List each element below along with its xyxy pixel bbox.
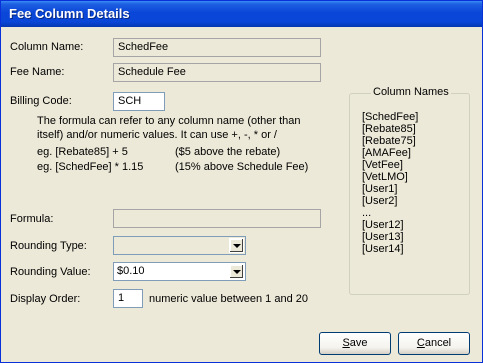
- formula-field: [113, 209, 321, 228]
- chevron-down-icon[interactable]: [229, 238, 244, 253]
- chevron-down-icon[interactable]: [229, 264, 244, 279]
- cancel-button[interactable]: Cancel: [398, 332, 470, 355]
- column-name-item: [User1]: [362, 183, 398, 195]
- example2-note: (15% above Schedule Fee): [175, 161, 309, 173]
- column-name-item: [Rebate85]: [362, 123, 416, 135]
- column-names-title: Column Names: [371, 86, 451, 98]
- fee-name-label: Fee Name:: [10, 66, 65, 78]
- cancel-button-hotkey: C: [416, 337, 425, 349]
- display-order-input[interactable]: 1: [113, 289, 143, 308]
- example1-formula: eg. [Rebate85] + 5: [37, 146, 128, 158]
- column-name-label: Column Name:: [10, 41, 84, 53]
- save-button-label: ave: [349, 337, 368, 349]
- dialog-title: Fee Column Details: [9, 6, 130, 21]
- example2-formula: eg. [SchedFee] * 1.15: [37, 161, 144, 173]
- billing-code-input[interactable]: SCH: [113, 92, 165, 111]
- cancel-button-label: ancel: [424, 337, 452, 349]
- column-name-item: [User2]: [362, 195, 398, 207]
- fee-name-field: Schedule Fee: [113, 63, 321, 82]
- column-name-item: [User13]: [362, 231, 404, 243]
- column-name-item: [User14]: [362, 243, 404, 255]
- formula-help-line1: The formula can refer to any column name…: [37, 115, 301, 127]
- save-button[interactable]: Save: [319, 332, 391, 355]
- column-name-item: ...: [362, 207, 372, 219]
- rounding-value-label: Rounding Value:: [10, 266, 91, 278]
- rounding-type-select[interactable]: [113, 236, 246, 255]
- rounding-type-label: Rounding Type:: [10, 240, 87, 252]
- column-name-item: [VetFee]: [362, 159, 403, 171]
- column-name-item: [SchedFee]: [362, 111, 419, 123]
- formula-label: Formula:: [10, 213, 54, 225]
- column-name-item: [AMAFee]: [362, 147, 411, 159]
- column-name-field: SchedFee: [113, 38, 321, 57]
- rounding-value-value: $0.10: [117, 265, 145, 277]
- column-name-item: [User12]: [362, 219, 404, 231]
- display-order-label: Display Order:: [10, 293, 81, 305]
- rounding-value-select[interactable]: $0.10: [113, 262, 246, 281]
- fee-column-details-dialog: Fee Column Details Column Name: SchedFee…: [0, 0, 483, 363]
- column-name-item: [Rebate75]: [362, 135, 416, 147]
- example1-note: ($5 above the rebate): [175, 146, 281, 158]
- title-bar[interactable]: Fee Column Details: [1, 1, 482, 27]
- display-order-hint: numeric value between 1 and 20: [149, 293, 308, 305]
- save-button-hotkey: S: [342, 337, 350, 349]
- formula-help-line2: itself) and/or numeric values. It can us…: [37, 129, 277, 141]
- billing-code-label: Billing Code:: [10, 95, 72, 107]
- column-name-item: [VetLMO]: [362, 171, 408, 183]
